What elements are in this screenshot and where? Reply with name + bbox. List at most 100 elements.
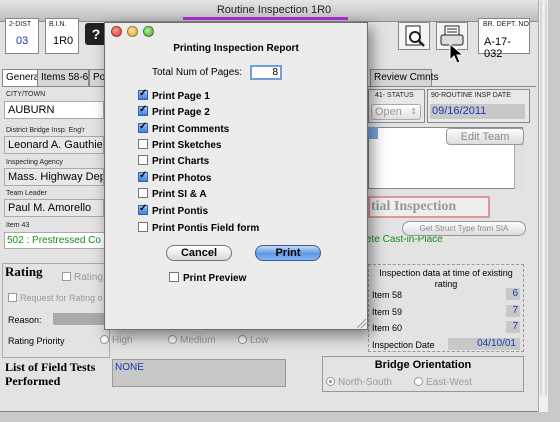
- print-page-1-checkbox[interactable]: [138, 88, 148, 100]
- option-print-page-1[interactable]: Print Page 1: [138, 88, 210, 102]
- item60-value: 7: [506, 321, 520, 333]
- print-comments-checkbox[interactable]: [138, 121, 148, 133]
- east-west-radio[interactable]: East-West: [414, 377, 472, 388]
- print-charts-label: Print Charts: [152, 156, 210, 167]
- minimize-icon[interactable]: [127, 26, 138, 37]
- priority-medium-dot[interactable]: [168, 335, 177, 344]
- title-accent-bar: [183, 17, 348, 20]
- bridge-dept-label: BR. DEPT. NO: [483, 21, 529, 28]
- agency-field[interactable]: Mass. Highway Dept.: [4, 168, 104, 186]
- priority-low-label: Low: [250, 335, 269, 346]
- tab-items-58-61[interactable]: Items 58-61: [37, 69, 94, 86]
- print-pontis-label: Print Pontis: [152, 206, 209, 217]
- team-list-selection: [368, 127, 378, 139]
- request-rating-checkbox[interactable]: Request for Rating o: [8, 293, 103, 303]
- option-print-sketches[interactable]: Print Sketches: [138, 139, 221, 151]
- bridge-dept-box: BR. DEPT. NO A-17-032: [478, 18, 530, 60]
- request-rating-label: Request for Rating o: [20, 293, 103, 303]
- priority-high-label: High: [112, 335, 133, 346]
- option-print-charts[interactable]: Print Charts: [138, 155, 209, 167]
- print-confirm-button[interactable]: Print: [255, 245, 321, 261]
- field-tests-title: List of Field Tests Performed: [5, 360, 96, 388]
- print-pontis-field-form-checkbox[interactable]: [138, 222, 148, 232]
- rating-title: Rating: [5, 264, 43, 279]
- print-si-a-checkbox[interactable]: [138, 188, 148, 198]
- bin-box: B.I.N. 1R0: [45, 18, 79, 54]
- insp-date-box: 90-ROUTINE INSP DATE 09/16/2011: [427, 89, 530, 123]
- item60-label: Item 60: [372, 323, 403, 333]
- east-west-label: East-West: [426, 377, 472, 388]
- magnifier-document-icon: [405, 25, 425, 47]
- cancel-button[interactable]: Cancel: [166, 245, 232, 261]
- city-field[interactable]: AUBURN: [4, 101, 104, 119]
- dist-label: 2-DIST: [9, 21, 32, 28]
- rating-checkbox[interactable]: Rating: [62, 272, 103, 283]
- print-page-2-label: Print Page 2: [152, 107, 210, 118]
- print-page-1-label: Print Page 1: [152, 91, 210, 102]
- total-pages-label: Total Num of Pages:: [152, 67, 243, 78]
- priority-high-radio[interactable]: High: [100, 335, 133, 346]
- item43-label: Item 43: [6, 222, 30, 229]
- edit-team-button[interactable]: Edit Team: [446, 128, 524, 145]
- option-print-photos[interactable]: Print Photos: [138, 170, 211, 184]
- print-photos-checkbox[interactable]: [138, 170, 148, 182]
- option-print-pontis-field-form[interactable]: Print Pontis Field form: [138, 222, 259, 234]
- orientation-title: Bridge Orientation: [374, 359, 472, 371]
- option-print-page-2[interactable]: Print Page 2: [138, 104, 210, 118]
- close-icon[interactable]: [111, 26, 122, 37]
- bin-value: 1R0: [53, 35, 74, 47]
- agency-label: Inspecting Agency: [6, 159, 63, 166]
- priority-low-dot[interactable]: [238, 335, 247, 344]
- priority-high-dot[interactable]: [100, 335, 109, 344]
- zoom-icon[interactable]: [143, 26, 154, 37]
- team-leader-label: Team Leader: [6, 190, 47, 197]
- option-print-si-a[interactable]: Print SI & A: [138, 188, 207, 200]
- priority-medium-radio[interactable]: Medium: [168, 335, 216, 346]
- tab-general[interactable]: General: [2, 69, 42, 86]
- option-print-preview[interactable]: Print Preview: [169, 272, 246, 284]
- print-preview-checkbox[interactable]: [169, 272, 179, 282]
- print-pontis-field-form-label: Print Pontis Field form: [152, 223, 260, 234]
- item58-label: Item 58: [372, 290, 403, 300]
- option-print-pontis[interactable]: Print Pontis: [138, 203, 209, 217]
- print-charts-checkbox[interactable]: [138, 155, 148, 165]
- get-struct-type-button[interactable]: Get Struct Type from SIA: [402, 221, 526, 236]
- total-pages-field[interactable]: 8: [250, 65, 282, 80]
- mouse-cursor-icon: [449, 42, 465, 64]
- team-list-scrollbar[interactable]: [514, 145, 523, 189]
- engineer-label: District Bridge Insp. Eng'r: [6, 127, 85, 134]
- tab-review-comments[interactable]: Review Cmnts: [370, 69, 438, 86]
- dist-value: 03: [16, 35, 29, 47]
- rating-checkbox-box[interactable]: [62, 272, 71, 281]
- north-south-radio[interactable]: North-South: [326, 377, 392, 388]
- window-title: Routine Inspection 1R0: [216, 4, 332, 16]
- reason-field[interactable]: [53, 313, 108, 325]
- insp-date-field[interactable]: 09/16/2011: [430, 104, 525, 119]
- print-pontis-checkbox[interactable]: [138, 203, 148, 215]
- priority-medium-label: Medium: [180, 335, 216, 346]
- team-leader-field[interactable]: Paul M. Amorello: [4, 199, 104, 217]
- existing-rating-title: Inspection data at time of existing rati…: [379, 268, 513, 289]
- engineer-field[interactable]: Leonard A. Gauthier: [4, 136, 104, 154]
- north-south-label: North-South: [338, 377, 392, 388]
- item59-label: Item 59: [372, 307, 403, 317]
- existing-insp-date-value: 04/10/01: [448, 338, 520, 350]
- resize-grip-icon[interactable]: [355, 317, 367, 329]
- existing-insp-date-label: Inspection Date: [372, 340, 435, 350]
- north-south-dot[interactable]: [326, 377, 335, 386]
- inspection-type-banner: tial Inspection: [368, 196, 490, 218]
- priority-low-radio[interactable]: Low: [238, 335, 268, 346]
- scrollbar-thumb[interactable]: [540, 0, 547, 396]
- status-select[interactable]: Open ⇕: [371, 104, 421, 120]
- field-tests-field[interactable]: NONE: [112, 359, 286, 387]
- zoom-button[interactable]: [398, 22, 430, 50]
- east-west-dot[interactable]: [414, 377, 423, 386]
- item58-value: 6: [506, 288, 520, 300]
- request-rating-box[interactable]: [8, 293, 17, 302]
- option-print-comments[interactable]: Print Comments: [138, 121, 229, 135]
- dist-box: 2-DIST 03: [5, 18, 39, 54]
- item43-field[interactable]: 502 : Prestressed Co: [4, 232, 106, 249]
- status-select-value: Open: [375, 106, 402, 118]
- print-sketches-checkbox[interactable]: [138, 139, 148, 149]
- print-page-2-checkbox[interactable]: [138, 104, 148, 116]
